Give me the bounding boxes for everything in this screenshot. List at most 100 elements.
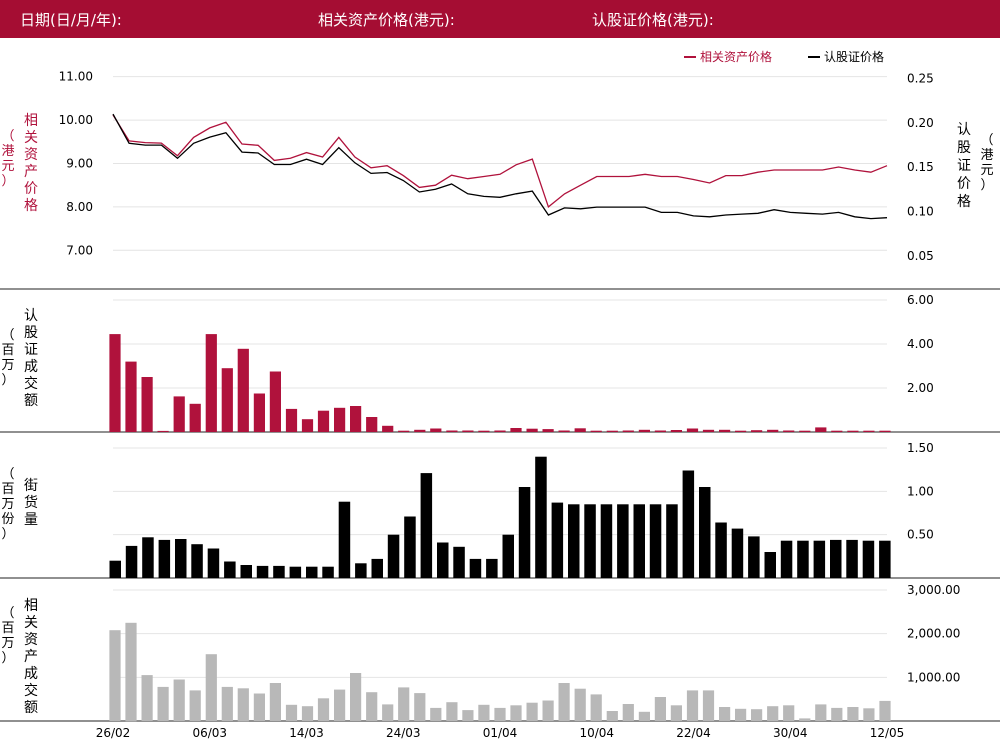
asset-turnover-bar bbox=[285, 704, 298, 721]
outstanding-quantity-bar bbox=[780, 540, 793, 578]
right-tick-label: 0.25 bbox=[907, 72, 934, 86]
asset-turnover-bar bbox=[141, 675, 153, 721]
outstanding-quantity-tick-label: 0.50 bbox=[907, 528, 934, 542]
warrant-turnover-bar bbox=[221, 368, 233, 432]
warrant-turnover-bar bbox=[205, 334, 217, 432]
asset-turnover-axis-unit-char: 百 bbox=[1, 621, 14, 636]
warrant-turnover-bar bbox=[558, 430, 570, 432]
outstanding-quantity-bar bbox=[682, 470, 695, 578]
warrant-turnover-bar bbox=[478, 430, 490, 432]
outstanding-quantity-axis-unit-char: 万 bbox=[1, 497, 14, 512]
warrant-turnover-bar bbox=[719, 429, 731, 432]
warrant-turnover-tick-label: 6.00 bbox=[907, 293, 934, 307]
outstanding-quantity-bar bbox=[256, 565, 269, 578]
warrant-turnover-bar bbox=[334, 407, 346, 432]
warrant-turnover-bar bbox=[494, 430, 506, 432]
warrant-turnover-bar bbox=[109, 334, 121, 432]
outstanding-quantity-bar bbox=[633, 504, 645, 578]
outstanding-quantity-bar bbox=[502, 534, 514, 578]
outstanding-quantity-tick-label: 1.50 bbox=[907, 441, 934, 455]
warrant-turnover-bar bbox=[751, 430, 763, 432]
outstanding-quantity-bar bbox=[600, 504, 613, 578]
outstanding-quantity-bar bbox=[551, 502, 564, 578]
asset-turnover-axis-unit-char: （ bbox=[1, 606, 14, 621]
right-axis-unit-char: 港 bbox=[980, 148, 993, 163]
asset-turnover-bar bbox=[173, 679, 185, 721]
outstanding-quantity-bar bbox=[207, 548, 220, 578]
warrant-turnover-bar bbox=[382, 425, 394, 432]
x-tick-label: 06/03 bbox=[192, 726, 227, 740]
asset-turnover-axis-title-char: 交 bbox=[24, 682, 38, 699]
outstanding-quantity-bar bbox=[306, 566, 318, 578]
asset-turnover-bar bbox=[109, 630, 121, 721]
warrant-turnover-bar bbox=[462, 430, 474, 432]
warrant-turnover-bar bbox=[574, 428, 586, 432]
right-tick-label: 0.15 bbox=[907, 160, 934, 174]
warrant-turnover-bar bbox=[590, 430, 602, 432]
asset-turnover-bar bbox=[879, 700, 891, 721]
outstanding-quantity-bar bbox=[142, 537, 154, 578]
left-tick-label: 7.00 bbox=[66, 243, 93, 257]
asset-turnover-bar bbox=[735, 708, 747, 721]
right-tick-label: 0.10 bbox=[907, 204, 934, 218]
warrant-turnover-bar bbox=[686, 428, 699, 432]
asset-turnover-tick-label: 2,000.00 bbox=[907, 627, 960, 641]
asset-turnover-bar bbox=[189, 690, 201, 721]
right-axis-title-char: 认 bbox=[957, 122, 971, 138]
warrant-turnover-bar bbox=[285, 408, 298, 432]
outstanding-quantity-bar bbox=[584, 504, 596, 578]
date-label: 日期(日/月/年): bbox=[20, 11, 122, 29]
asset-turnover-bar bbox=[590, 694, 602, 721]
asset-turnover-bar bbox=[702, 690, 715, 721]
asset-turnover-axis-unit-char: ） bbox=[1, 651, 14, 666]
asset-turnover-bar bbox=[430, 707, 442, 721]
outstanding-quantity-bar bbox=[830, 539, 842, 578]
asset-turnover-axis-unit-char: 万 bbox=[1, 636, 14, 651]
left-tick-label: 9.00 bbox=[66, 156, 93, 170]
asset-turnover-bar bbox=[831, 707, 843, 721]
left-axis-title-char: 产 bbox=[24, 164, 38, 180]
outstanding-quantity-bar bbox=[748, 536, 760, 578]
outstanding-quantity-bar bbox=[649, 504, 662, 578]
warrant-turnover-bar bbox=[847, 430, 859, 432]
warrant-turnover-axis-unit-char: 万 bbox=[1, 358, 14, 373]
outstanding-quantity-bar bbox=[797, 540, 809, 578]
asset-turnover-bar bbox=[205, 654, 217, 721]
outstanding-quantity-axis-unit-char: （ bbox=[1, 467, 14, 482]
outstanding-quantity-axis-unit-char: 百 bbox=[1, 482, 14, 497]
outstanding-quantity-axis-title-char: 货 bbox=[24, 494, 38, 511]
outstanding-quantity-bar bbox=[158, 539, 171, 578]
x-tick-label: 30/04 bbox=[773, 726, 808, 740]
outstanding-quantity-bar bbox=[240, 565, 252, 578]
warrant-turnover-bar bbox=[366, 417, 378, 432]
outstanding-quantity-bar bbox=[453, 546, 465, 578]
outstanding-quantity-bar bbox=[731, 528, 744, 578]
warrant-turnover-bar bbox=[173, 396, 185, 432]
asset-price-line bbox=[112, 114, 888, 208]
left-tick-label: 11.00 bbox=[59, 70, 93, 84]
warrant-turnover-axis-title-char: 证 bbox=[24, 342, 38, 358]
outstanding-quantity-bar bbox=[879, 540, 891, 578]
asset-turnover-axis-title-char: 产 bbox=[24, 649, 38, 665]
warrant-turnover-bar bbox=[301, 419, 314, 432]
right-tick-label: 0.05 bbox=[907, 249, 934, 263]
outstanding-quantity-bar bbox=[813, 540, 826, 578]
asset-turnover-bar bbox=[719, 707, 731, 721]
warrant-turnover-bar bbox=[350, 406, 362, 432]
warrant-turnover-bar bbox=[879, 430, 891, 432]
asset-turnover-axis-title-char: 关 bbox=[24, 615, 38, 631]
outstanding-quantity-bar bbox=[666, 504, 678, 578]
x-tick-label: 24/03 bbox=[386, 726, 421, 740]
right-axis-unit-char: （ bbox=[980, 133, 993, 148]
asset-turnover-axis-title-char: 成 bbox=[24, 666, 38, 682]
asset-turnover-bar bbox=[478, 704, 490, 721]
x-tick-label: 12/05 bbox=[870, 726, 905, 740]
warrant-turnover-axis-title-char: 股 bbox=[24, 325, 38, 341]
warrant-turnover-bar bbox=[189, 403, 201, 432]
asset-turnover-bar bbox=[253, 693, 265, 721]
outstanding-quantity-bar bbox=[437, 542, 449, 578]
left-axis-unit-char: 元 bbox=[1, 159, 14, 174]
asset-turnover-axis-title-char: 资 bbox=[24, 632, 38, 648]
asset-turnover-bar bbox=[494, 707, 506, 721]
x-tick-label: 10/04 bbox=[579, 726, 614, 740]
